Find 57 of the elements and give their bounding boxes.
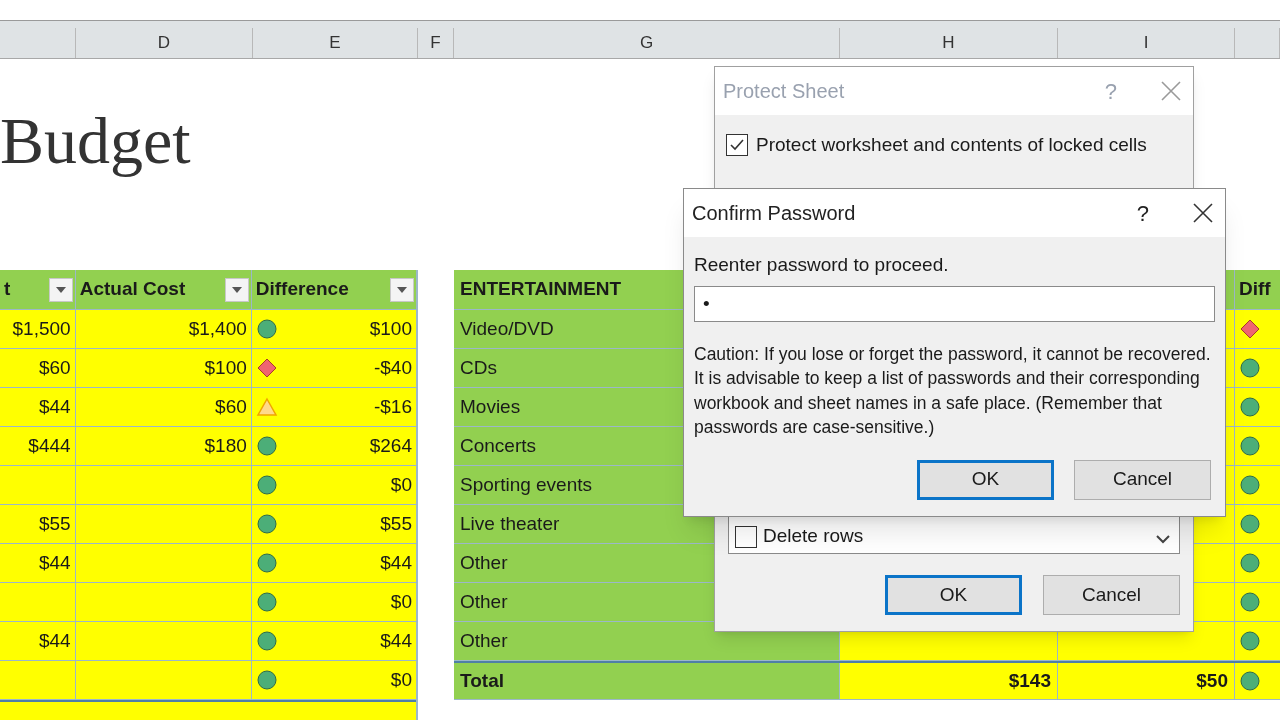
filter-dropdown-button[interactable] bbox=[48, 277, 73, 302]
table-cell: $44 bbox=[0, 622, 76, 660]
checkbox[interactable] bbox=[726, 134, 748, 157]
table-cell: $1,500 bbox=[0, 310, 76, 348]
column-heading: ENTERTAINMENT bbox=[460, 277, 622, 302]
table-cell: $44 bbox=[0, 544, 76, 582]
checkbox-label: Protect worksheet and contents of locked cells bbox=[756, 133, 1147, 157]
column-heading: t bbox=[4, 277, 11, 302]
table-cell-text: -$16 bbox=[373, 394, 412, 419]
column-heading: Actual Cost bbox=[79, 277, 186, 302]
cancel-button[interactable]: Cancel bbox=[1074, 459, 1211, 500]
column-header[interactable]: E bbox=[253, 28, 418, 58]
filter-dropdown-button[interactable] bbox=[224, 277, 249, 302]
cancel-button[interactable]: Cancel bbox=[1043, 575, 1180, 615]
table-cell-text: -$40 bbox=[373, 355, 412, 380]
help-button[interactable]: ? bbox=[1136, 196, 1149, 230]
table-cell-text: $55 bbox=[380, 511, 412, 536]
caret-down-icon bbox=[231, 286, 242, 293]
caret-down-icon bbox=[397, 286, 407, 293]
table-cell: $100 bbox=[75, 349, 252, 387]
sheet-title: Budget bbox=[0, 103, 191, 179]
caret-down-icon bbox=[55, 286, 66, 293]
column-header[interactable]: F bbox=[418, 28, 454, 58]
table-cell: $55 bbox=[0, 505, 76, 543]
table-cell-text: $0 bbox=[390, 667, 412, 692]
chevron-down-icon[interactable] bbox=[1155, 533, 1171, 545]
checkmark-icon bbox=[729, 138, 745, 153]
ok-button[interactable]: OK bbox=[885, 575, 1022, 615]
table-cell: $60 bbox=[75, 388, 252, 426]
table-cell: $180 bbox=[75, 427, 252, 465]
table-cell: $143 bbox=[840, 663, 1058, 699]
table-cell: $444 bbox=[0, 427, 76, 465]
table-cell: Total bbox=[454, 663, 840, 699]
table-cell: $60 bbox=[0, 349, 76, 387]
column-heading: Diff bbox=[1239, 277, 1271, 302]
checkbox[interactable] bbox=[735, 525, 757, 548]
dialog-title: Protect Sheet bbox=[723, 79, 845, 104]
password-field[interactable]: • bbox=[694, 285, 1215, 322]
table-cell-text: $44 bbox=[380, 550, 412, 575]
column-header[interactable]: I bbox=[1058, 28, 1235, 58]
ok-button[interactable]: OK bbox=[917, 459, 1054, 500]
column-header[interactable]: G bbox=[454, 28, 840, 58]
table-cell-text: $100 bbox=[369, 316, 412, 341]
table-cell: $50 bbox=[1058, 663, 1235, 699]
table-cell-text: $0 bbox=[390, 472, 412, 497]
dialog-title: Confirm Password bbox=[692, 201, 856, 226]
filter-dropdown-button[interactable] bbox=[390, 277, 414, 302]
table-cell: $1,400 bbox=[75, 310, 252, 348]
table-cell: Other bbox=[454, 622, 840, 660]
column-header[interactable]: D bbox=[76, 28, 253, 58]
table-cell-text: $0 bbox=[390, 589, 412, 614]
table-cell-text: $44 bbox=[380, 628, 412, 653]
field-label: Reenter password to proceed. bbox=[694, 253, 949, 277]
column-header[interactable]: H bbox=[840, 28, 1058, 58]
column-heading: Difference bbox=[255, 277, 349, 302]
table-cell: $44 bbox=[0, 388, 76, 426]
table-cell-text: $264 bbox=[369, 433, 412, 458]
